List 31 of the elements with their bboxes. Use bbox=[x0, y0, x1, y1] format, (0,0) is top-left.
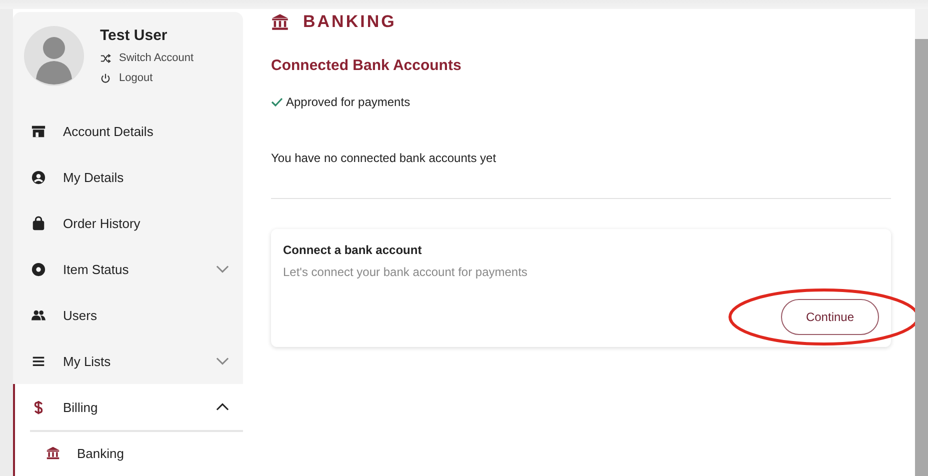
power-icon bbox=[100, 72, 111, 84]
page-title: BANKING bbox=[303, 12, 396, 32]
continue-button[interactable]: Continue bbox=[781, 299, 879, 335]
store-icon bbox=[31, 124, 46, 138]
bank-icon bbox=[271, 13, 289, 31]
record-icon bbox=[31, 262, 46, 276]
chevron-down-icon bbox=[216, 357, 229, 365]
section-title: Connected Bank Accounts bbox=[271, 57, 462, 74]
card-title: Connect a bank account bbox=[283, 243, 423, 257]
bank-icon bbox=[46, 446, 60, 460]
scrollbar-thumb[interactable] bbox=[915, 39, 928, 476]
account-circle-icon bbox=[31, 170, 46, 184]
sidebar-item[interactable]: My Lists bbox=[13, 338, 243, 384]
avatar-icon bbox=[24, 26, 84, 86]
sidebar-item[interactable]: Users bbox=[13, 292, 243, 338]
card-description: Let's connect your bank account for payments bbox=[283, 265, 528, 279]
people-icon bbox=[31, 308, 46, 322]
logout-link[interactable]: Logout bbox=[100, 72, 194, 84]
chevron-down-icon bbox=[216, 265, 229, 273]
shuffle-icon bbox=[100, 52, 111, 64]
empty-message: You have no connected bank accounts yet bbox=[271, 151, 498, 165]
chevron-up-icon bbox=[216, 403, 229, 411]
sidebar-item[interactable]: Billing bbox=[13, 384, 243, 430]
user-name: Test User bbox=[100, 27, 168, 44]
sidebar-item[interactable]: Order History bbox=[13, 200, 243, 246]
sidebar-item[interactable]: My Details bbox=[13, 154, 243, 200]
shopping-bag-icon bbox=[31, 216, 46, 230]
sidebar-item[interactable]: Item Status bbox=[13, 246, 243, 292]
switch-account-link[interactable]: Switch Account bbox=[100, 52, 194, 64]
sidebar-item[interactable]: Account Details bbox=[13, 108, 243, 154]
status-text: Approved for payments bbox=[286, 95, 410, 109]
